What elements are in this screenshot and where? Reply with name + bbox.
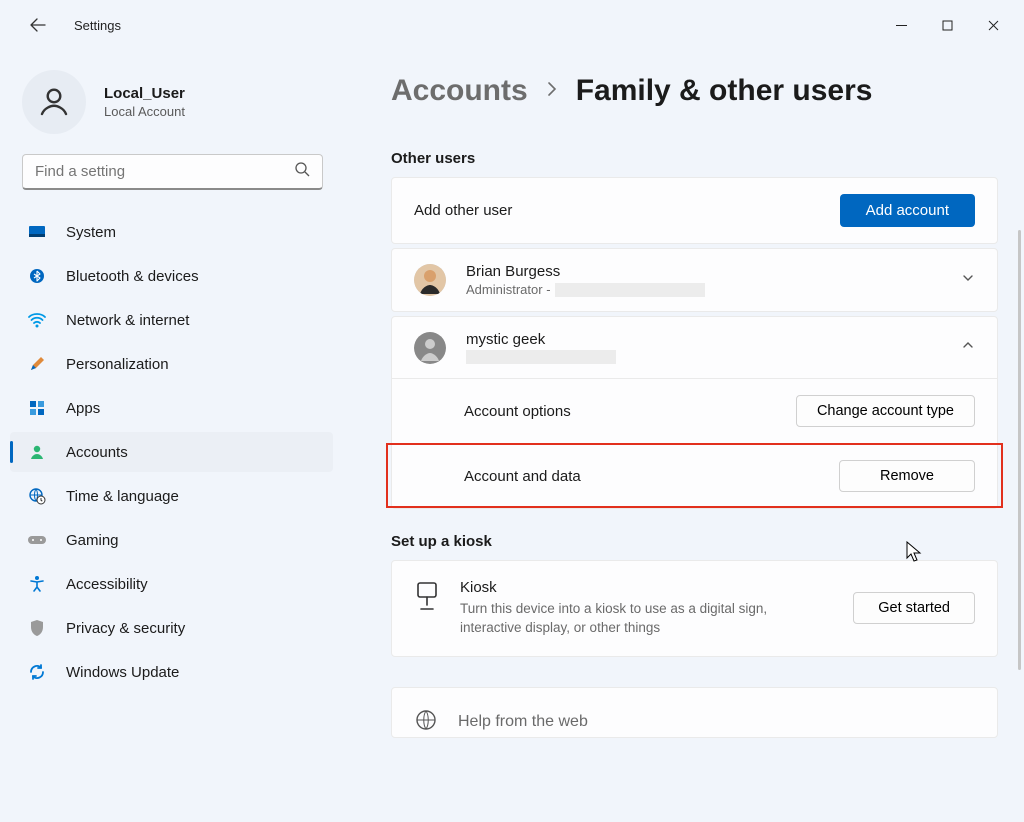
user-role: Administrator - — [466, 282, 705, 297]
sidebar-item-accounts[interactable]: Accounts — [10, 432, 333, 472]
sidebar-item-accessibility[interactable]: Accessibility — [10, 564, 333, 604]
help-label: Help from the web — [458, 713, 588, 731]
kiosk-heading: Set up a kiosk — [391, 533, 998, 550]
accessibility-icon — [26, 573, 48, 595]
minimize-button[interactable] — [878, 9, 924, 41]
minimize-icon — [896, 20, 907, 31]
expanded-options: Account options Change account type Acco… — [392, 378, 997, 508]
gamepad-icon — [26, 529, 48, 551]
search-icon — [294, 161, 310, 182]
breadcrumb: Accounts Family & other users — [391, 74, 998, 108]
sidebar-item-label: System — [66, 224, 116, 241]
profile-name: Local_User — [104, 85, 185, 102]
kiosk-title: Kiosk — [460, 579, 820, 596]
sidebar-item-label: Personalization — [66, 356, 169, 373]
sidebar-item-label: Time & language — [66, 488, 179, 505]
sidebar-item-label: Accessibility — [66, 576, 148, 593]
close-icon — [988, 20, 999, 31]
kiosk-description: Turn this device into a kiosk to use as … — [460, 600, 820, 638]
users-card: Brian Burgess Administrator - — [391, 248, 998, 312]
user-name: mystic geek — [466, 331, 616, 348]
sidebar-item-privacy[interactable]: Privacy & security — [10, 608, 333, 648]
remove-button[interactable]: Remove — [839, 460, 975, 492]
arrow-left-icon — [30, 17, 46, 33]
avatar — [22, 70, 86, 134]
profile-text: Local_User Local Account — [104, 85, 185, 119]
kiosk-card: Kiosk Turn this device into a kiosk to u… — [391, 560, 998, 657]
wifi-icon — [26, 309, 48, 331]
change-account-type-button[interactable]: Change account type — [796, 395, 975, 427]
nav-list: System Bluetooth & devices Network & int… — [0, 208, 345, 696]
system-icon — [26, 221, 48, 243]
account-and-data-row: Account and data Remove — [392, 443, 997, 508]
user-name: Brian Burgess — [466, 263, 705, 280]
sidebar-item-personalization[interactable]: Personalization — [10, 344, 333, 384]
user-role — [466, 350, 616, 364]
add-account-button[interactable]: Add account — [840, 194, 975, 227]
user-card-mystic: mystic geek Account options Change accou… — [391, 316, 998, 509]
person-icon — [36, 84, 72, 120]
accounts-icon — [26, 441, 48, 463]
avatar — [414, 264, 446, 296]
main-content: Accounts Family & other users Other user… — [345, 50, 1024, 822]
sidebar-item-time[interactable]: Time & language — [10, 476, 333, 516]
help-card[interactable]: Help from the web — [391, 687, 998, 738]
search-input[interactable] — [35, 163, 286, 180]
sidebar-item-label: Privacy & security — [66, 620, 185, 637]
scrollbar[interactable] — [1018, 230, 1021, 670]
redacted-text — [555, 283, 705, 297]
redacted-text — [466, 350, 616, 364]
search-box[interactable] — [22, 154, 323, 190]
sidebar-item-label: Accounts — [66, 444, 128, 461]
page-title: Family & other users — [576, 74, 873, 108]
account-options-row: Account options Change account type — [392, 379, 997, 443]
apps-icon — [26, 397, 48, 419]
sidebar-item-network[interactable]: Network & internet — [10, 300, 333, 340]
add-other-user-card: Add other user Add account — [391, 177, 998, 244]
globe-icon — [414, 708, 438, 737]
chevron-up-icon — [961, 338, 975, 357]
app-title: Settings — [74, 18, 121, 33]
user-row-brian[interactable]: Brian Burgess Administrator - — [392, 249, 997, 311]
globe-clock-icon — [26, 485, 48, 507]
back-button[interactable] — [20, 7, 56, 43]
maximize-button[interactable] — [924, 9, 970, 41]
sidebar-item-bluetooth[interactable]: Bluetooth & devices — [10, 256, 333, 296]
sidebar-item-system[interactable]: System — [10, 212, 333, 252]
shield-icon — [26, 617, 48, 639]
account-options-label: Account options — [464, 403, 571, 420]
other-users-heading: Other users — [391, 150, 998, 167]
sidebar-item-label: Bluetooth & devices — [66, 268, 199, 285]
bluetooth-icon — [26, 265, 48, 287]
user-row-mystic[interactable]: mystic geek — [392, 317, 997, 378]
add-other-user-label: Add other user — [414, 202, 512, 219]
sidebar-item-label: Gaming — [66, 532, 119, 549]
account-and-data-label: Account and data — [464, 468, 581, 485]
sidebar: Local_User Local Account System Bluetoot… — [0, 50, 345, 822]
sidebar-item-label: Network & internet — [66, 312, 189, 329]
chevron-down-icon — [961, 271, 975, 290]
chevron-right-icon — [546, 80, 558, 103]
sidebar-item-label: Apps — [66, 400, 100, 417]
profile-block[interactable]: Local_User Local Account — [0, 62, 345, 150]
maximize-icon — [942, 20, 953, 31]
window-controls — [878, 9, 1016, 41]
paintbrush-icon — [26, 353, 48, 375]
get-started-button[interactable]: Get started — [853, 592, 975, 624]
avatar — [414, 332, 446, 364]
breadcrumb-root[interactable]: Accounts — [391, 74, 528, 108]
close-button[interactable] — [970, 9, 1016, 41]
profile-subtitle: Local Account — [104, 104, 185, 119]
sidebar-item-label: Windows Update — [66, 664, 179, 681]
title-bar: Settings — [0, 0, 1024, 50]
sidebar-item-update[interactable]: Windows Update — [10, 652, 333, 692]
kiosk-icon — [414, 581, 440, 616]
update-icon — [26, 661, 48, 683]
sidebar-item-apps[interactable]: Apps — [10, 388, 333, 428]
sidebar-item-gaming[interactable]: Gaming — [10, 520, 333, 560]
